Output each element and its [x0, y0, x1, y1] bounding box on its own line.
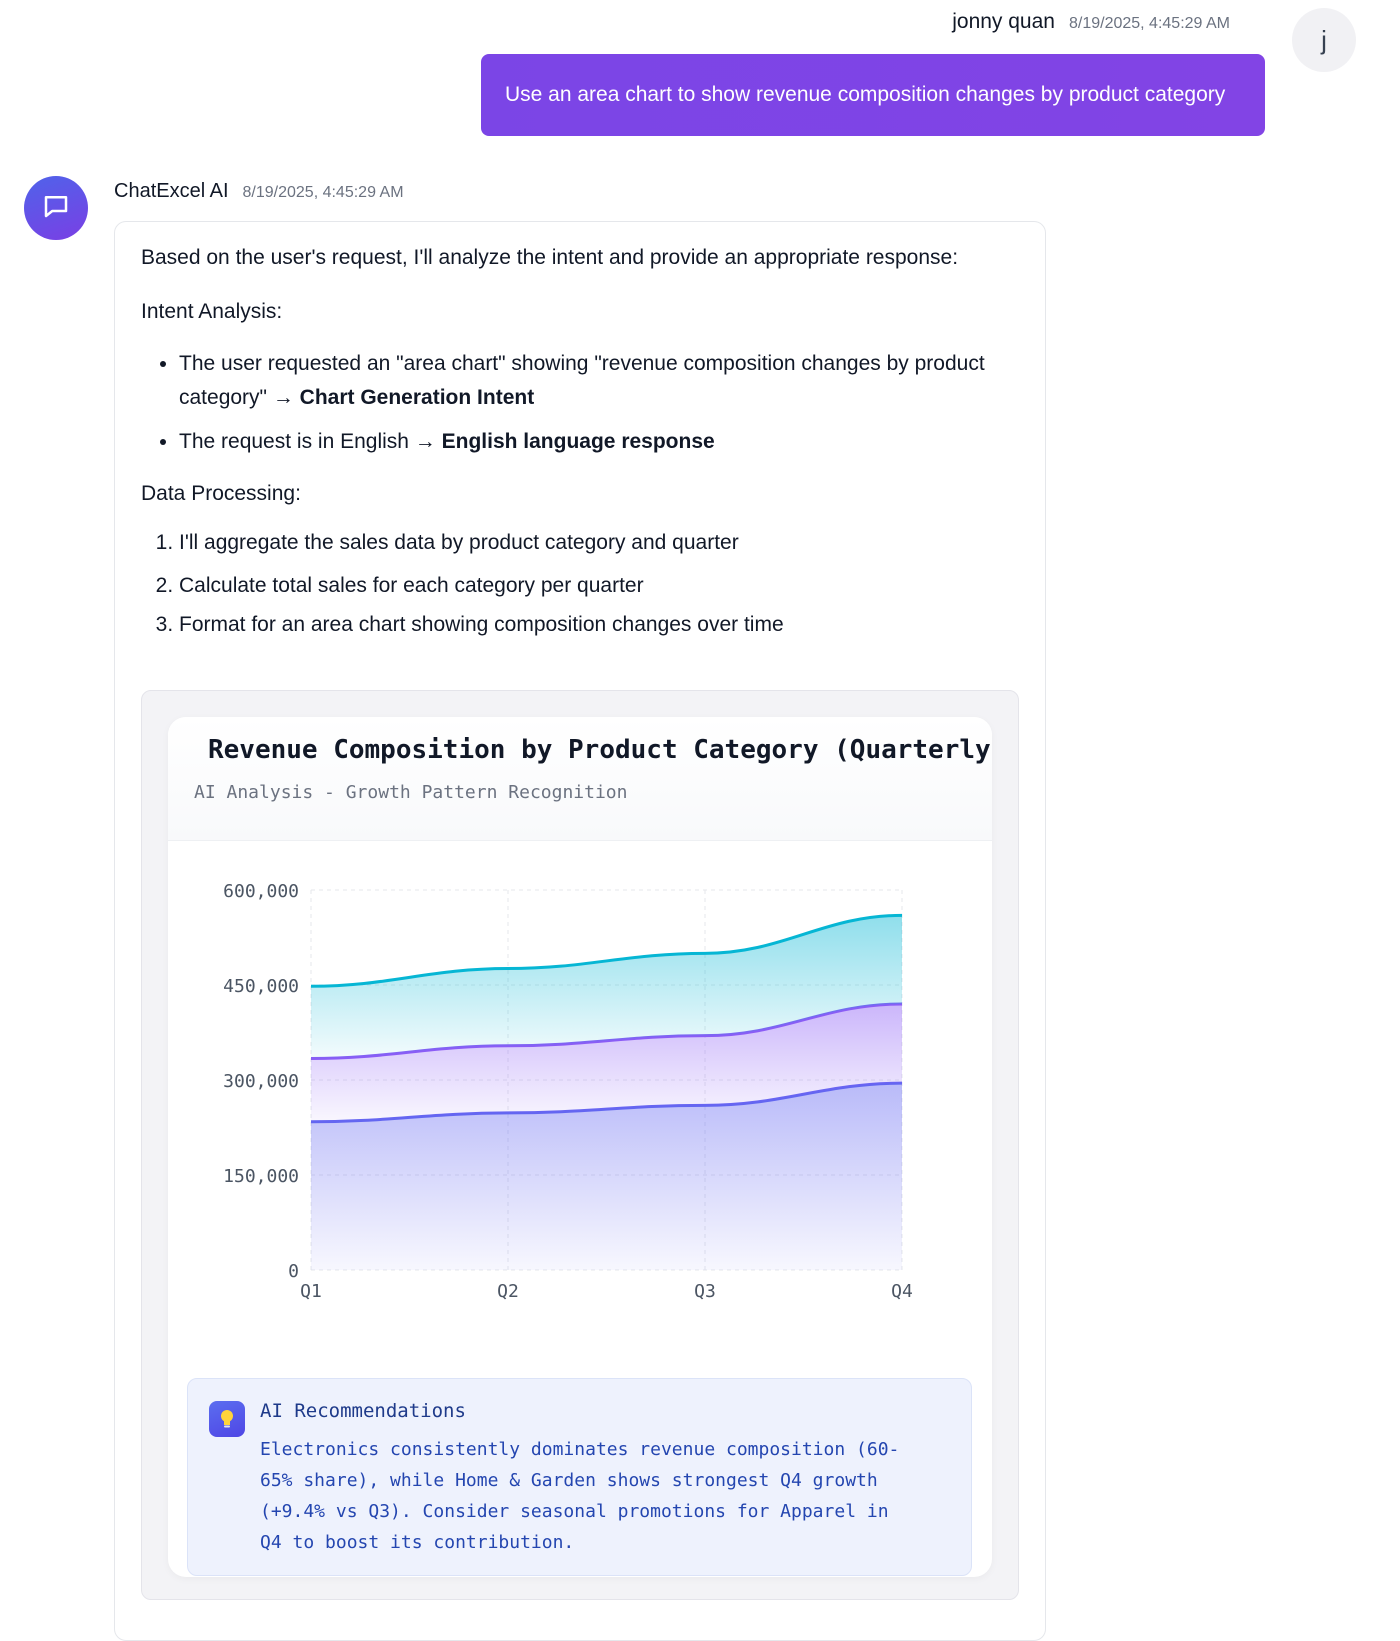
ai-intro-text: Based on the user's request, I'll analyz… — [141, 246, 959, 269]
chart-title: Revenue Composition by Product Category … — [208, 735, 992, 765]
y-tick-label: 300,000 — [223, 1071, 299, 1092]
ai-recommendation-box: AI Recommendations Electronics consisten… — [187, 1378, 972, 1576]
intent-item-bold: Chart Generation Intent — [299, 386, 535, 409]
lightbulb-icon — [209, 1401, 245, 1437]
chart-subtitle: AI Analysis - Growth Pattern Recognition — [194, 782, 628, 803]
y-tick-label: 600,000 — [223, 881, 299, 902]
user-message-bubble: Use an area chart to show revenue compos… — [481, 54, 1265, 136]
user-avatar-letter: j — [1321, 24, 1327, 55]
processing-step: Format for an area chart showing composi… — [179, 610, 1059, 640]
chat-bubble-icon — [41, 191, 71, 226]
chart-card: Revenue Composition by Product Category … — [168, 717, 992, 1577]
x-tick-label: Q4 — [891, 1281, 913, 1302]
processing-step: I'll aggregate the sales data by product… — [179, 528, 1059, 558]
processing-heading: Data Processing: — [141, 482, 301, 505]
chart-container: Revenue Composition by Product Category … — [141, 690, 1019, 1600]
intent-item-text: The request is in English → — [179, 430, 442, 453]
ai-message-meta: ChatExcel AI 8/19/2025, 4:45:29 AM — [114, 180, 404, 203]
user-avatar: j — [1292, 8, 1356, 72]
y-tick-label: 150,000 — [223, 1166, 299, 1187]
intent-item-bold: English language response — [441, 430, 715, 453]
ai-name: ChatExcel AI — [114, 180, 229, 202]
y-tick-label: 450,000 — [223, 976, 299, 997]
intent-heading: Intent Analysis: — [141, 300, 283, 323]
chart-header: Revenue Composition by Product Category … — [168, 717, 992, 841]
x-tick-label: Q2 — [497, 1281, 519, 1302]
intent-list: The user requested an "area chart" showi… — [141, 347, 1059, 469]
y-tick-label: 0 — [288, 1261, 299, 1282]
processing-steps: I'll aggregate the sales data by product… — [141, 528, 1059, 650]
ai-timestamp: 8/19/2025, 4:45:29 AM — [242, 184, 404, 201]
x-tick-label: Q1 — [300, 1281, 322, 1302]
x-tick-label: Q3 — [694, 1281, 716, 1302]
user-message-text: Use an area chart to show revenue compos… — [505, 83, 1226, 106]
area-chart: 0 150,000 300,000 450,000 600,000 Q1 Q2 Q3 Q4 — [223, 881, 913, 1302]
user-timestamp: 8/19/2025, 4:45:29 AM — [1068, 15, 1230, 32]
recommendation-title: AI Recommendations — [260, 1400, 466, 1422]
recommendation-text: Electronics consistently dominates reven… — [260, 1439, 900, 1553]
ai-avatar — [24, 176, 88, 240]
intent-item: The user requested an "area chart" showi… — [179, 347, 1059, 415]
user-message-meta: jonny quan 8/19/2025, 4:45:29 AM — [952, 10, 1230, 34]
processing-step: Calculate total sales for each category … — [179, 571, 1059, 601]
intent-item: The request is in English → English lang… — [179, 425, 1059, 459]
user-name: jonny quan — [952, 10, 1055, 33]
